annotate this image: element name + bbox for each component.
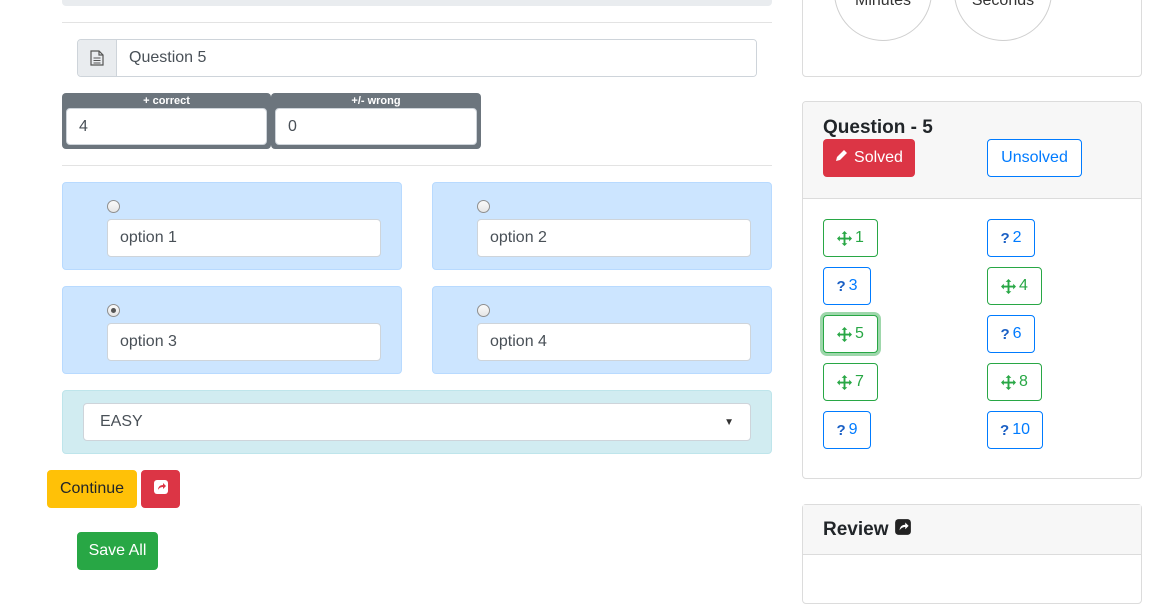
minutes-label: Minutes [854,0,912,9]
question-button-label: 4 [1019,277,1028,294]
question-button-3[interactable]: ? 3 [823,267,871,305]
question-button-label: 7 [855,373,864,390]
option-card-2 [432,182,772,270]
option-3-input[interactable] [107,323,381,361]
difficulty-card: EASY ▼ [62,390,772,454]
seconds-label: Seconds [971,0,1035,9]
wrong-marks-box: +/- wrong [271,93,481,149]
correct-marks-label: + correct [143,95,190,107]
solved-button[interactable]: Solved [823,139,915,177]
caret-down-icon: ▼ [724,416,734,428]
question-button-label: 5 [855,325,864,342]
question-title-group [77,39,757,77]
pencil-icon [835,149,848,167]
wrong-marks-input[interactable] [275,108,477,145]
question-button-10[interactable]: ? 10 [987,411,1043,449]
question-button-4[interactable]: 4 [987,267,1042,305]
move-icon [1001,374,1017,390]
review-title: Review [823,518,889,540]
question-navigator-panel: Question - 5 Solved Unsolved 1? 2? 3 4 5? 6 7 8… [802,101,1142,479]
share-icon [153,479,169,500]
question-button-label: 3 [848,277,858,294]
timer-panel: Minutes Seconds [802,0,1142,77]
review-panel: Review [802,504,1142,604]
option-card-1 [62,182,402,270]
question-mark-icon: ? [836,421,846,439]
question-mark-icon: ? [1000,229,1010,247]
option-card-4 [432,286,772,374]
correct-marks-box: + correct [62,93,271,149]
option-1-radio[interactable] [107,200,120,213]
difficulty-selected-value: EASY [100,413,143,430]
wrong-marks-label: +/- wrong [351,95,401,107]
question-button-1[interactable]: 1 [823,219,878,257]
question-button-9[interactable]: ? 9 [823,411,871,449]
question-button-6[interactable]: ? 6 [987,315,1035,353]
minutes-circle: Minutes [834,0,932,41]
difficulty-select[interactable]: EASY ▼ [83,403,751,441]
option-3-radio[interactable] [107,304,120,317]
option-2-input[interactable] [477,219,751,257]
question-button-label: 6 [1012,325,1022,342]
question-mark-icon: ? [836,277,846,295]
save-all-button-label: Save All [88,542,147,559]
question-button-label: 9 [848,421,858,438]
unsolved-button[interactable]: Unsolved [987,139,1082,177]
move-icon [837,326,853,342]
continue-button-label: Continue [59,480,125,497]
question-button-label: 10 [1012,421,1030,438]
option-1-input[interactable] [107,219,381,257]
move-icon [1001,278,1017,294]
unsolved-button-label: Unsolved [1001,149,1068,166]
question-mark-icon: ? [1000,421,1010,439]
correct-marks-input[interactable] [66,108,267,145]
progress-strip [62,0,772,6]
move-icon [837,230,853,246]
question-button-5[interactable]: 5 [823,315,878,353]
option-4-radio[interactable] [477,304,490,317]
question-button-label: 2 [1012,229,1022,246]
question-button-2[interactable]: ? 2 [987,219,1035,257]
save-all-button[interactable]: Save All [77,532,158,570]
solved-button-label: Solved [854,149,903,166]
question-button-label: 1 [855,229,864,246]
question-button-7[interactable]: 7 [823,363,878,401]
review-header: Review [803,505,1141,555]
option-4-input[interactable] [477,323,751,361]
share-square-icon [894,518,912,541]
seconds-circle: Seconds [954,0,1052,41]
question-mark-icon: ? [1000,325,1010,343]
option-card-3 [62,286,402,374]
divider [62,22,772,23]
move-icon [837,374,853,390]
question-title-input[interactable] [117,40,756,76]
option-2-radio[interactable] [477,200,490,213]
navigator-header: Question - 5 Solved Unsolved [803,102,1141,199]
continue-button[interactable]: Continue [47,470,137,508]
divider [62,165,772,166]
question-button-8[interactable]: 8 [987,363,1042,401]
question-button-label: 8 [1019,373,1028,390]
document-icon [78,40,117,76]
share-button[interactable] [141,470,180,508]
navigator-title: Question - 5 [823,117,933,138]
